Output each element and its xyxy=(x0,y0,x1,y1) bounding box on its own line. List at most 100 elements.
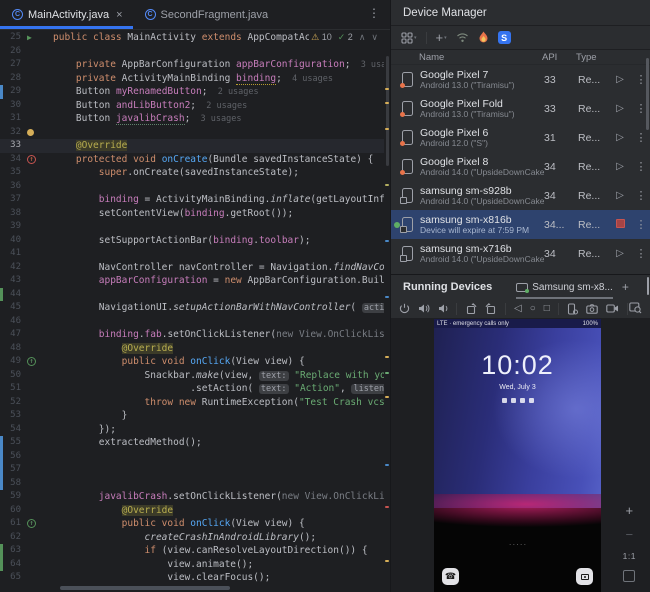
code-line[interactable]: 28 private ActivityMainBinding binding; … xyxy=(0,72,384,86)
error-stripe-mark[interactable] xyxy=(385,296,389,298)
overview-icon[interactable]: □ xyxy=(544,303,550,314)
code-line[interactable]: 44 xyxy=(0,288,384,302)
code-line[interactable]: 58 xyxy=(0,477,384,491)
editor-code[interactable]: 25▶public class MainActivity extends App… xyxy=(0,31,384,585)
tab-options-icon[interactable]: ⋮ xyxy=(368,0,390,29)
zoom-out-icon[interactable]: − xyxy=(626,527,634,542)
code-line[interactable]: 49↑ public void onClick(View view) { xyxy=(0,355,384,369)
code-line[interactable]: 50 Snackbar.make(view, text: "Replace wi… xyxy=(0,369,384,383)
error-stripe-mark[interactable] xyxy=(385,464,389,466)
device-screen[interactable]: LTE · emergency calls only 100% 10:02 We… xyxy=(434,319,601,592)
device-row[interactable]: Google Pixel 6Android 12.0 ("S")31Re...▷… xyxy=(391,123,650,152)
phone-shortcut-button[interactable]: ☎ xyxy=(442,568,459,585)
device-more-icon[interactable]: ⋮ xyxy=(632,131,650,144)
device-more-icon[interactable]: ⋮ xyxy=(632,218,650,231)
code-line[interactable]: 57 xyxy=(0,463,384,477)
column-type[interactable]: Type xyxy=(576,52,650,63)
code-line[interactable]: 33 @Override xyxy=(0,139,384,153)
code-line[interactable]: 64 view.animate(); xyxy=(0,558,384,572)
error-stripe-mark[interactable] xyxy=(385,240,389,242)
overridden-marker-icon[interactable]: ↑ xyxy=(27,155,36,164)
code-line[interactable]: 47 binding.fab.setOnClickListener(new Vi… xyxy=(0,328,384,342)
code-line[interactable]: 31 Button javalibCrash; 3 usages xyxy=(0,112,384,126)
device-row[interactable]: samsung sm-x816bDevice will expire at 7:… xyxy=(391,210,650,239)
device-row[interactable]: Google Pixel 8Android 14.0 ("UpsideDownC… xyxy=(391,152,650,181)
rotate-left-icon[interactable] xyxy=(465,303,477,315)
group-devices-icon[interactable]: ▾ xyxy=(401,32,417,44)
code-line[interactable]: 37 binding = ActivityMainBinding.inflate… xyxy=(0,193,384,207)
start-device-button[interactable]: ▷ xyxy=(608,161,632,172)
start-device-button[interactable]: ▷ xyxy=(608,190,632,201)
screen-search-icon[interactable] xyxy=(629,302,642,314)
running-device-tab[interactable]: Samsung sm-x8... xyxy=(516,275,613,299)
intention-bulb-icon[interactable] xyxy=(27,129,34,136)
start-device-button[interactable]: ▷ xyxy=(608,132,632,143)
code-line[interactable]: 40 setSupportActionBar(binding.toolbar); xyxy=(0,234,384,248)
error-stripe-mark[interactable] xyxy=(385,128,389,130)
volume-up-icon[interactable] xyxy=(418,303,430,314)
error-stripe-mark[interactable] xyxy=(385,506,389,508)
stop-device-button[interactable] xyxy=(608,219,632,231)
error-stripe-mark[interactable] xyxy=(385,372,389,374)
code-line[interactable]: 52 throw new RuntimeException("Test Cras… xyxy=(0,396,384,410)
column-api[interactable]: API xyxy=(542,52,576,63)
horizontal-scrollbar[interactable] xyxy=(60,586,230,590)
fit-to-window-icon[interactable] xyxy=(623,570,635,582)
code-line[interactable]: 27 private AppBarConfiguration appBarCon… xyxy=(0,58,384,72)
code-line[interactable]: 63 if (view.canResolveLayoutDirection())… xyxy=(0,544,384,558)
screenshot-icon[interactable] xyxy=(586,304,598,314)
device-more-icon[interactable]: ⋮ xyxy=(632,160,650,173)
tab-mainactivity[interactable]: C MainActivity.java × xyxy=(0,0,133,29)
code-line[interactable]: 55 extractedMethod(); xyxy=(0,436,384,450)
code-line[interactable]: 35 super.onCreate(savedInstanceState); xyxy=(0,166,384,180)
code-line[interactable]: 51 .setAction( text: "Action", listener:… xyxy=(0,382,384,396)
firebase-icon[interactable] xyxy=(478,31,489,44)
device-row[interactable]: samsung sm-s928bAndroid 14.0 ("UpsideDow… xyxy=(391,181,650,210)
device-more-icon[interactable]: ⋮ xyxy=(632,247,650,260)
code-line[interactable]: 60 @Override xyxy=(0,504,384,518)
back-icon[interactable]: ◁ xyxy=(514,303,522,314)
scrollbar-thumb[interactable] xyxy=(386,56,389,166)
code-line[interactable]: 45 NavigationUI.setupActionBarWithNavCon… xyxy=(0,301,384,315)
device-row[interactable]: Google Pixel FoldAndroid 13.0 ("Tiramisu… xyxy=(391,94,650,123)
add-device-icon[interactable]: + ▾ xyxy=(436,30,447,45)
code-line[interactable]: 41 xyxy=(0,247,384,261)
samsung-device-icon[interactable]: S xyxy=(498,31,511,44)
error-stripe-mark[interactable] xyxy=(385,396,389,398)
code-line[interactable]: 59 javalibCrash.setOnClickListener(new V… xyxy=(0,490,384,504)
volume-down-icon[interactable] xyxy=(438,303,448,314)
overriding-marker-icon[interactable]: ↑ xyxy=(27,519,36,528)
start-device-button[interactable]: ▷ xyxy=(608,74,632,85)
overriding-marker-icon[interactable]: ↑ xyxy=(27,357,36,366)
window-mode-icon[interactable] xyxy=(644,280,650,294)
code-line[interactable]: 34↑ protected void onCreate(Bundle saved… xyxy=(0,153,384,167)
inspections-widget[interactable]: ⚠ 10 ✓ 2 ∧ ∨ xyxy=(309,32,380,43)
home-icon[interactable]: ○ xyxy=(530,303,536,314)
code-line[interactable]: 32 xyxy=(0,126,384,140)
error-stripe-mark[interactable] xyxy=(385,88,389,90)
code-line[interactable]: 29 Button myRenamedButton; 2 usages xyxy=(0,85,384,99)
rotate-right-icon[interactable] xyxy=(485,303,497,315)
code-line[interactable]: 56 xyxy=(0,450,384,464)
close-tab-icon[interactable]: × xyxy=(116,9,122,21)
device-row[interactable]: Google Pixel 7Android 13.0 ("Tiramisu")3… xyxy=(391,65,650,94)
error-stripe-mark[interactable] xyxy=(385,102,389,104)
screen-record-icon[interactable] xyxy=(606,304,619,313)
device-list-scrollbar[interactable] xyxy=(646,58,649,130)
new-device-tab-icon[interactable]: + xyxy=(619,280,632,294)
start-device-button[interactable]: ▷ xyxy=(608,248,632,259)
code-line[interactable]: 54 }); xyxy=(0,423,384,437)
next-issue-icon[interactable]: ∨ xyxy=(371,32,378,43)
device-more-icon[interactable]: ⋮ xyxy=(632,189,650,202)
code-line[interactable]: 53 } xyxy=(0,409,384,423)
tab-secondfragment[interactable]: C SecondFragment.java xyxy=(133,0,279,29)
code-line[interactable]: 48 @Override xyxy=(0,342,384,356)
zoom-in-icon[interactable]: + xyxy=(626,503,634,518)
device-row[interactable]: samsung sm-x716bAndroid 14.0 ("UpsideDow… xyxy=(391,239,650,268)
code-line[interactable]: 42 NavController navController = Navigat… xyxy=(0,261,384,275)
column-name[interactable]: Name xyxy=(391,52,542,63)
device-settings-icon[interactable] xyxy=(567,303,578,315)
error-stripe-mark[interactable] xyxy=(385,184,389,186)
pair-wifi-icon[interactable] xyxy=(456,32,469,43)
code-line[interactable]: 36 xyxy=(0,180,384,194)
